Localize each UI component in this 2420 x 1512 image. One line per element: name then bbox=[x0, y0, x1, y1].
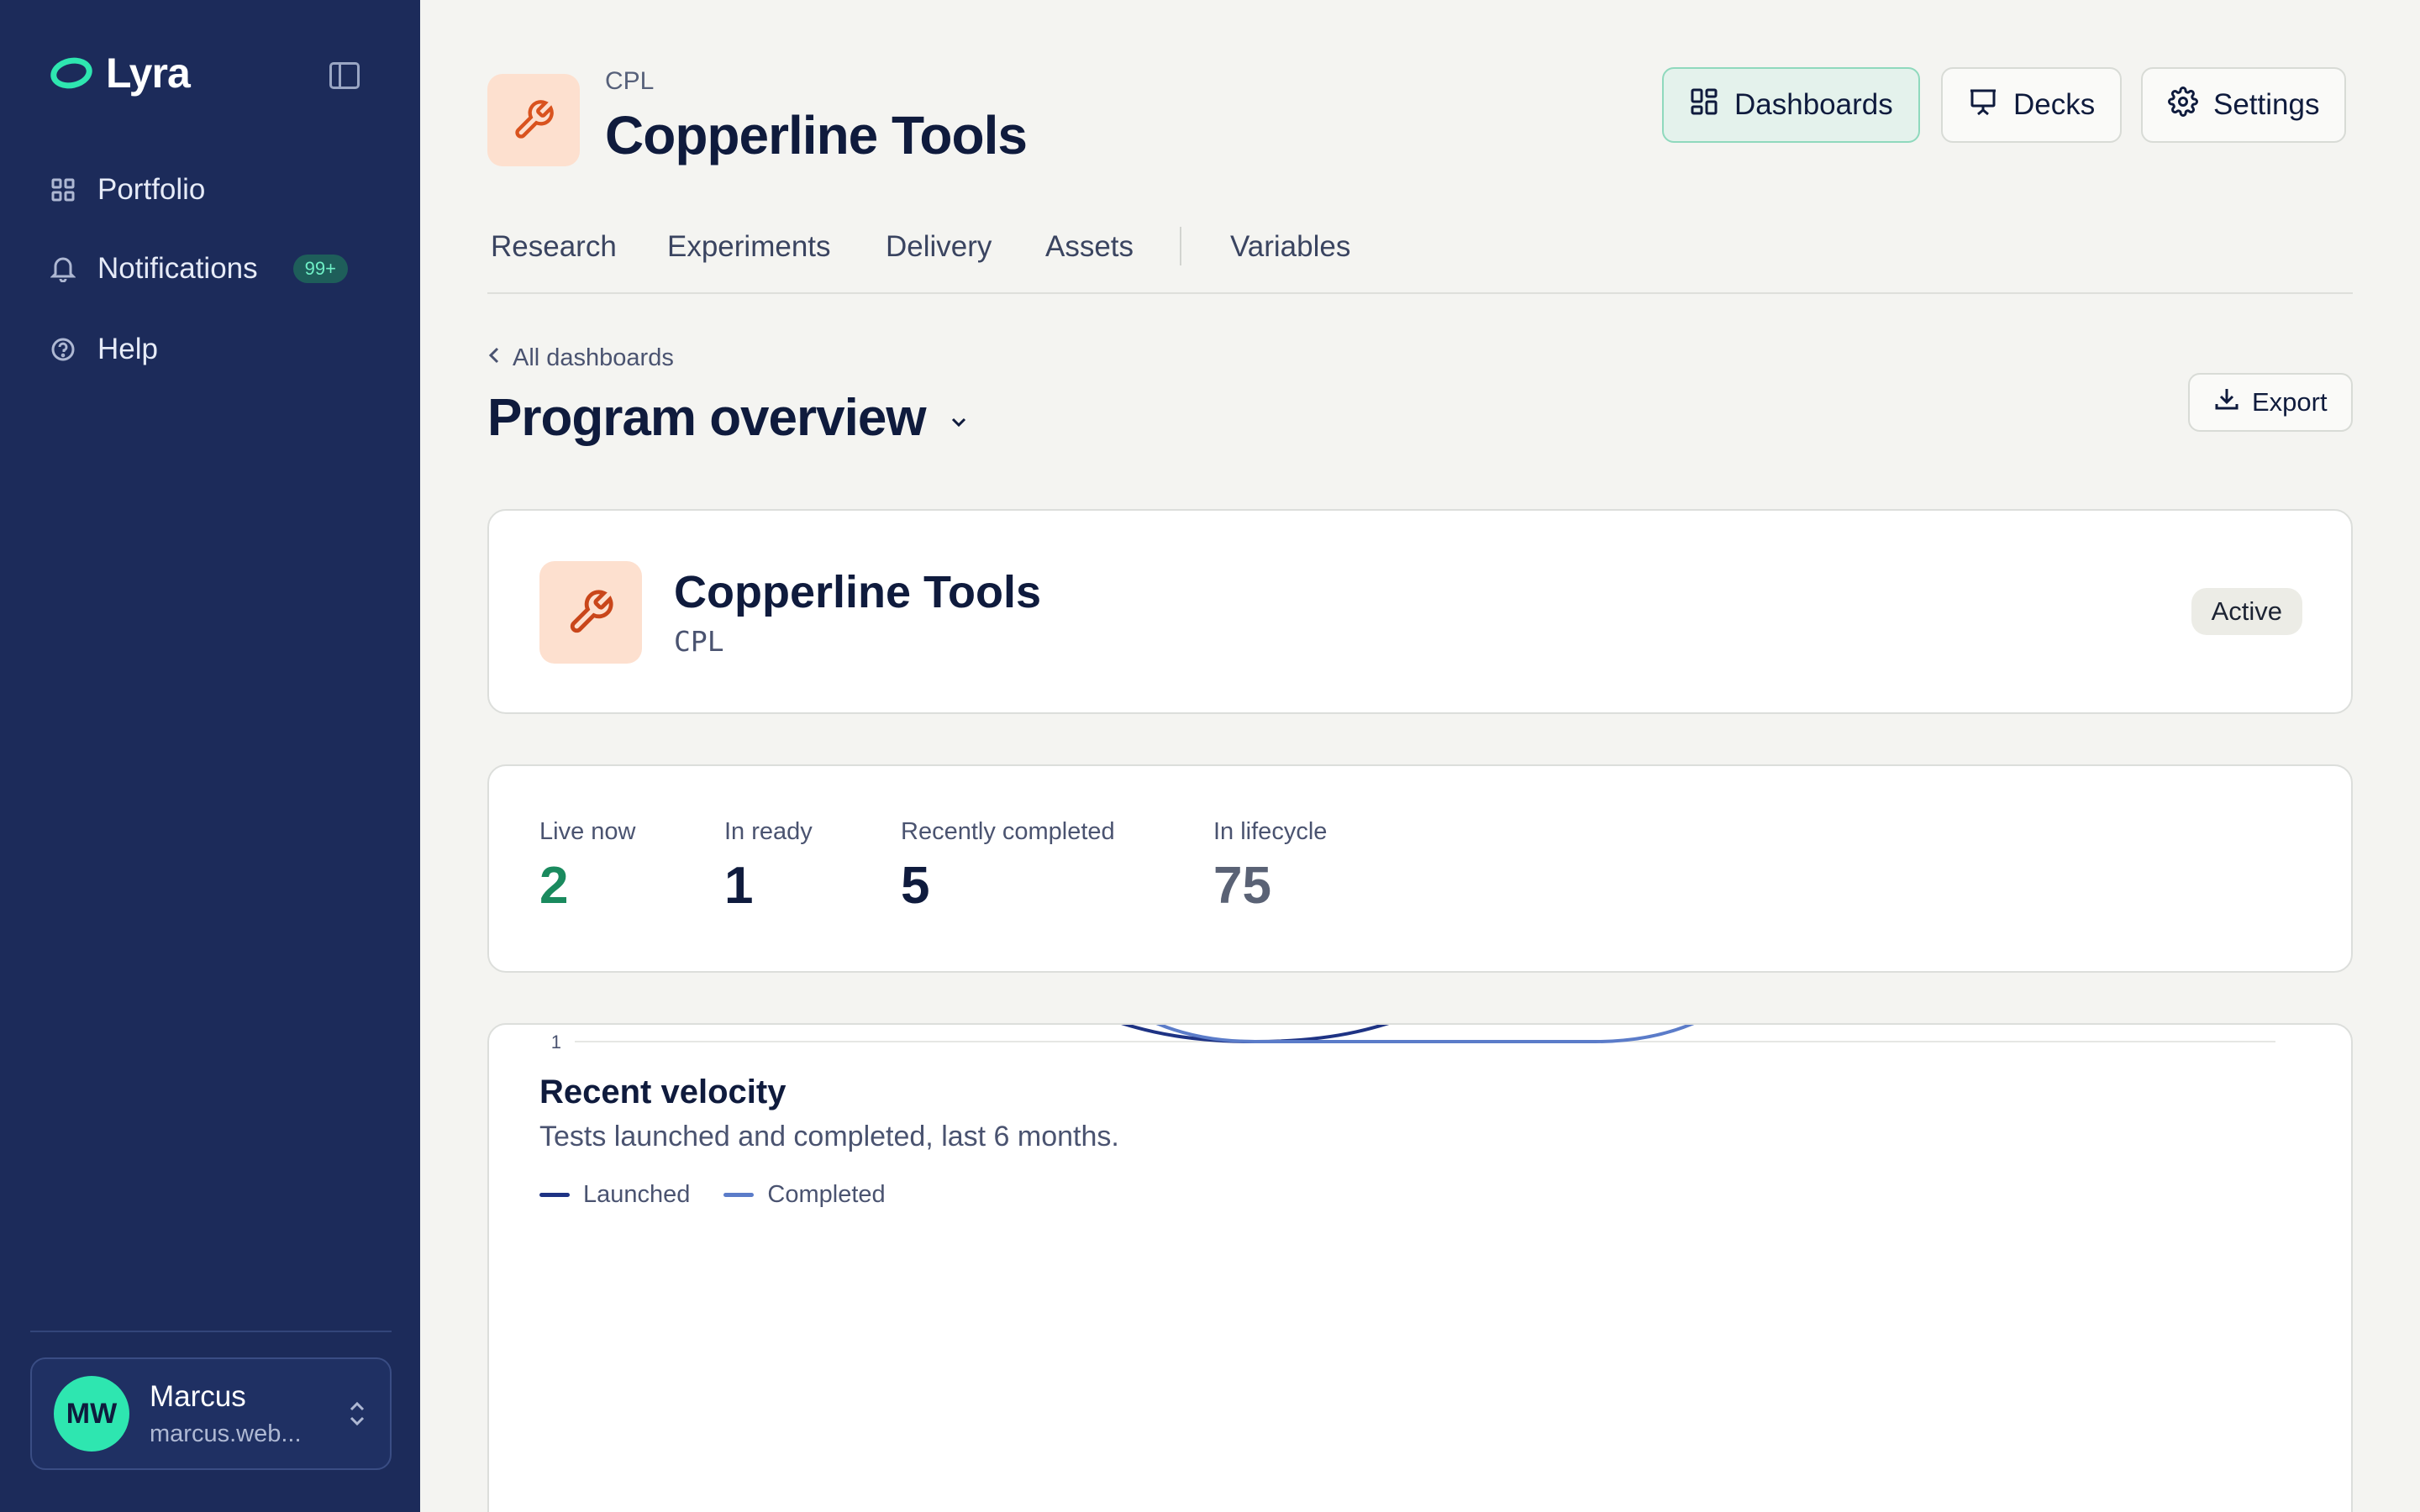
stat-value: 5 bbox=[901, 857, 930, 915]
export-button[interactable]: Export bbox=[2188, 373, 2353, 432]
series-line-launched bbox=[1121, 1025, 1390, 1044]
user-email: marcus.web... bbox=[150, 1420, 302, 1447]
sidebar-divider bbox=[30, 1331, 392, 1332]
series-line-completed bbox=[1155, 1025, 1695, 1043]
help-circle-icon bbox=[50, 337, 76, 362]
sidebar: Lyra Portfolio Notifications 99+ Help MW… bbox=[0, 0, 420, 1512]
wrench-icon bbox=[570, 590, 613, 633]
avatar: MW bbox=[54, 1376, 129, 1452]
sidebar-item-portfolio[interactable]: Portfolio bbox=[50, 173, 205, 207]
summary-code: CPL bbox=[674, 625, 724, 658]
stat-value: 2 bbox=[539, 857, 569, 915]
app-name: Lyra bbox=[106, 50, 191, 97]
stat-in-ready: In ready 1 bbox=[724, 818, 813, 915]
wrench-icon bbox=[515, 100, 554, 139]
tab-variables[interactable]: Variables bbox=[1230, 230, 1350, 264]
stat-live-now: Live now 2 bbox=[539, 818, 636, 915]
y-tick-label: 1 bbox=[551, 1032, 561, 1053]
velocity-line-chart: 124 bbox=[551, 1025, 2275, 1053]
sidebar-item-label: Notifications bbox=[97, 252, 258, 285]
bell-icon bbox=[50, 256, 76, 282]
presentation-icon bbox=[1968, 87, 1998, 124]
grid-icon bbox=[50, 177, 76, 202]
sidebar-collapse-icon[interactable] bbox=[329, 62, 360, 89]
status-badge: Active bbox=[2191, 588, 2302, 635]
chevron-left-icon bbox=[487, 344, 501, 372]
project-icon bbox=[539, 561, 642, 664]
stat-value: 75 bbox=[1213, 857, 1271, 915]
user-name: Marcus bbox=[150, 1379, 246, 1413]
dashboards-button[interactable]: Dashboards bbox=[1662, 67, 1920, 143]
decks-button[interactable]: Decks bbox=[1941, 67, 2123, 143]
gear-icon bbox=[2168, 86, 2198, 124]
tab-assets[interactable]: Assets bbox=[1045, 230, 1134, 264]
tab-delivery[interactable]: Delivery bbox=[886, 230, 992, 264]
project-summary-card: Copperline Tools CPL Active bbox=[487, 509, 2353, 714]
sidebar-item-label: Help bbox=[97, 333, 158, 365]
notification-count-badge: 99+ bbox=[292, 255, 348, 283]
app-logo[interactable]: Lyra bbox=[47, 49, 191, 97]
stat-in-lifecycle: In lifecycle 75 bbox=[1213, 818, 1328, 915]
dashboard-selector[interactable]: Program overview bbox=[487, 388, 971, 448]
sidebar-item-help[interactable]: Help bbox=[50, 333, 158, 366]
project-code: CPL bbox=[605, 67, 655, 95]
tab-separator bbox=[1180, 227, 1181, 265]
tab-research[interactable]: Research bbox=[491, 230, 617, 264]
tab-experiments[interactable]: Experiments bbox=[667, 230, 831, 264]
summary-title: Copperline Tools bbox=[674, 567, 1042, 617]
page-title: Program overview bbox=[487, 389, 927, 447]
stat-recently-completed: Recently completed 5 bbox=[901, 818, 1115, 915]
project-tabs: Research Experiments Delivery Assets Var… bbox=[487, 227, 2353, 294]
user-menu[interactable]: MW Marcus marcus.web... bbox=[30, 1357, 392, 1470]
chevron-down-icon bbox=[946, 388, 971, 448]
sidebar-item-label: Portfolio bbox=[97, 173, 206, 206]
stats-card: Live now 2 In ready 1 Recently completed… bbox=[487, 764, 2353, 973]
sidebar-item-notifications[interactable]: Notifications 99+ bbox=[50, 252, 348, 286]
dashboard-icon bbox=[1689, 87, 1719, 124]
velocity-chart-card: Recent velocity Tests launched and compl… bbox=[487, 1023, 2353, 1512]
logo-icon bbox=[47, 54, 96, 92]
chevron-updown-icon bbox=[346, 1399, 368, 1429]
settings-button[interactable]: Settings bbox=[2141, 67, 2347, 143]
stat-value: 1 bbox=[724, 857, 754, 915]
download-icon bbox=[2213, 386, 2240, 419]
project-title: Copperline Tools bbox=[605, 105, 1028, 165]
back-link[interactable]: All dashboards bbox=[487, 344, 674, 372]
project-icon bbox=[487, 74, 580, 166]
